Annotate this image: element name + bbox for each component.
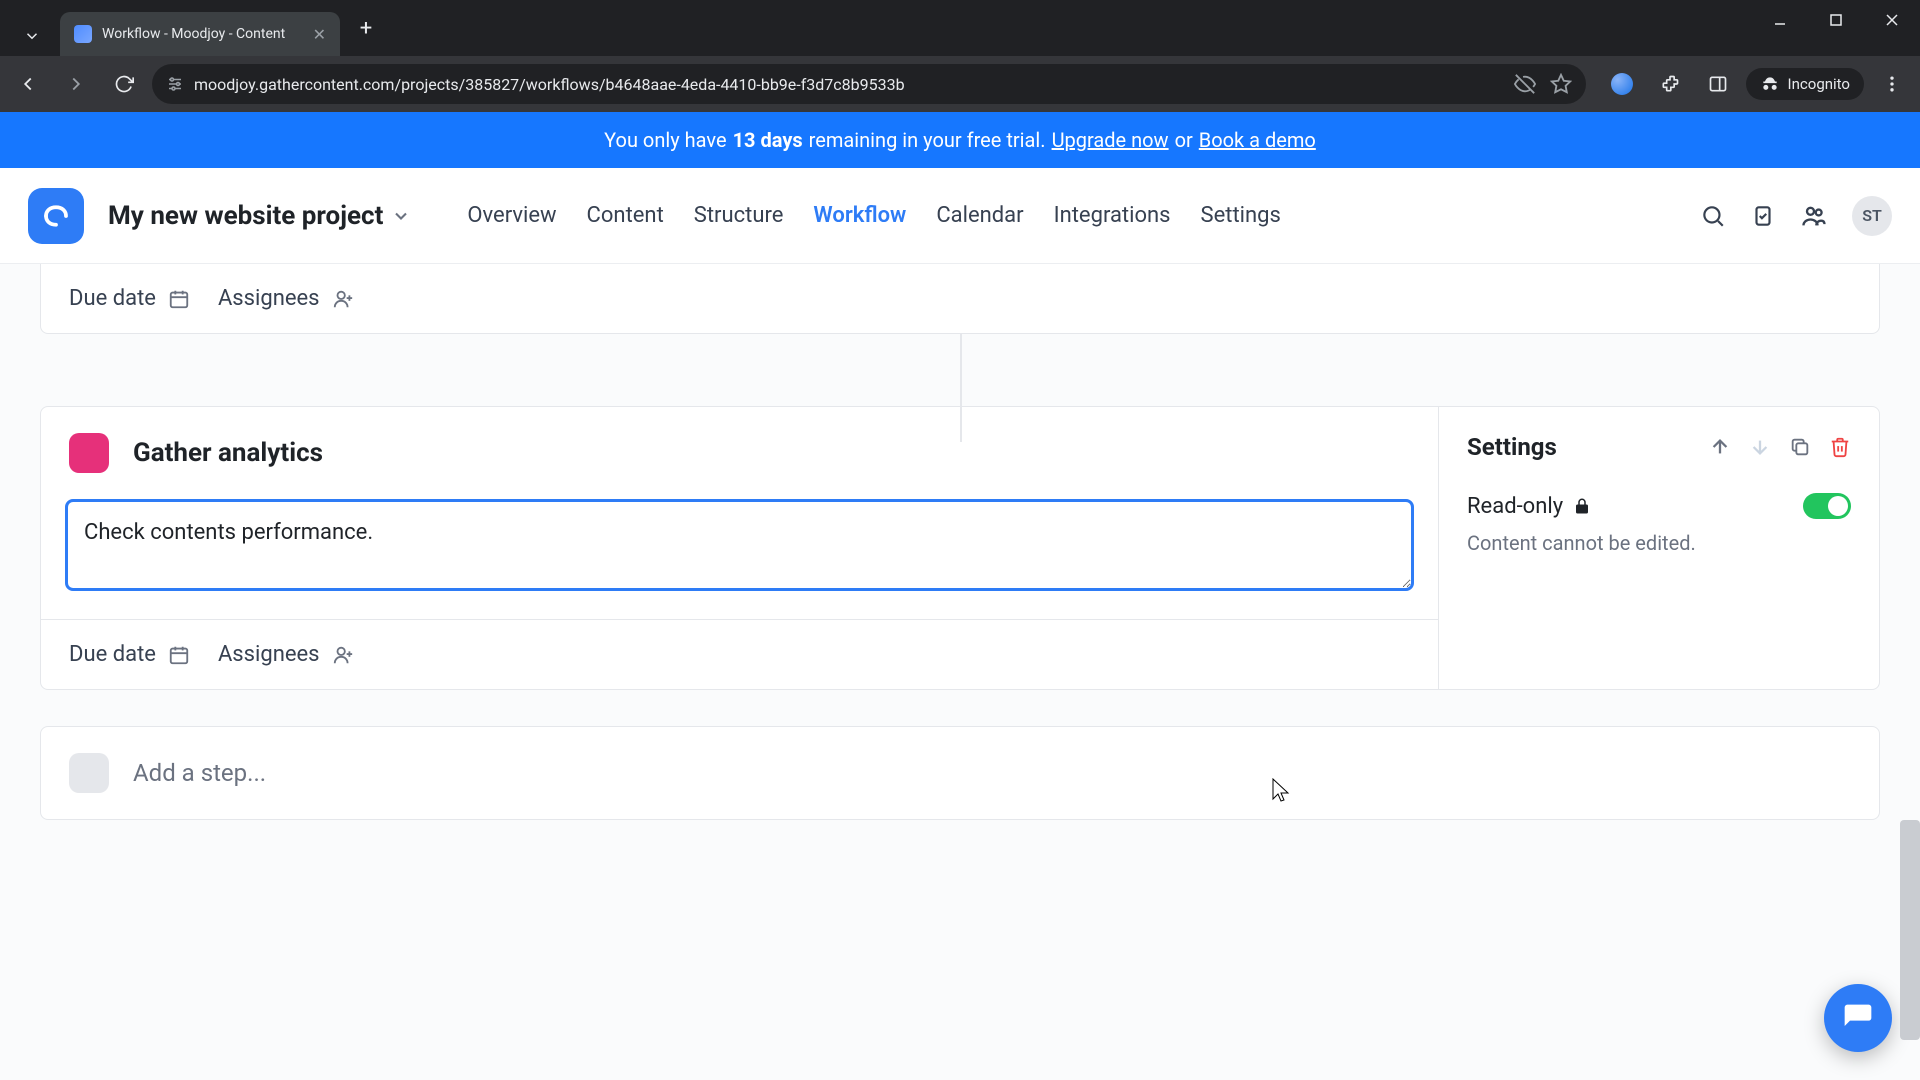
- assignees-label: Assignees: [218, 642, 320, 667]
- forward-button[interactable]: [56, 64, 96, 104]
- step-color-chip[interactable]: [69, 433, 109, 473]
- browser-toolbar: moodjoy.gathercontent.com/projects/38582…: [0, 56, 1920, 112]
- lock-icon: [1573, 497, 1591, 515]
- banner-or: or: [1175, 128, 1193, 152]
- due-date-button[interactable]: Due date: [69, 642, 190, 667]
- clipboard-icon[interactable]: [1750, 203, 1776, 229]
- due-date-button[interactable]: Due date: [69, 286, 190, 311]
- due-date-label: Due date: [69, 286, 156, 311]
- readonly-label: Read-only: [1467, 494, 1591, 519]
- banner-text-mid: remaining in your free trial.: [809, 128, 1046, 152]
- extensions-button[interactable]: [1650, 64, 1690, 104]
- add-step-chip: [69, 753, 109, 793]
- tab-search-dropdown[interactable]: [8, 16, 56, 56]
- banner-days: 13 days: [733, 128, 803, 152]
- tab-settings[interactable]: Settings: [1201, 203, 1281, 228]
- assignees-button[interactable]: Assignees: [218, 642, 354, 667]
- incognito-label: Incognito: [1788, 75, 1850, 93]
- tab-overview[interactable]: Overview: [467, 203, 556, 228]
- duplicate-icon[interactable]: [1789, 436, 1811, 458]
- reload-button[interactable]: [104, 64, 144, 104]
- bookmark-star-icon[interactable]: [1550, 73, 1572, 95]
- tab-workflow[interactable]: Workflow: [813, 203, 906, 228]
- banner-text-pre: You only have: [604, 128, 726, 152]
- scrollbar[interactable]: [1900, 820, 1920, 1040]
- readonly-toggle[interactable]: [1803, 493, 1851, 519]
- back-button[interactable]: [8, 64, 48, 104]
- maximize-button[interactable]: [1808, 0, 1864, 40]
- window-controls: [1752, 0, 1920, 40]
- people-icon[interactable]: [1800, 202, 1828, 230]
- app-logo[interactable]: [28, 188, 84, 244]
- help-chat-button[interactable]: [1824, 984, 1892, 1052]
- tab-close-icon[interactable]: ✕: [313, 25, 326, 44]
- close-window-button[interactable]: [1864, 0, 1920, 40]
- assignees-button[interactable]: Assignees: [218, 286, 354, 311]
- tab-integrations[interactable]: Integrations: [1054, 203, 1171, 228]
- upgrade-now-link[interactable]: Upgrade now: [1052, 128, 1169, 152]
- move-up-icon[interactable]: [1709, 436, 1731, 458]
- url-text: moodjoy.gathercontent.com/projects/38582…: [194, 75, 905, 94]
- profile-button[interactable]: [1602, 64, 1642, 104]
- step-settings-panel: Settings: [1439, 407, 1879, 689]
- minimize-button[interactable]: [1752, 0, 1808, 40]
- move-down-icon[interactable]: [1749, 436, 1771, 458]
- step-description-input[interactable]: [65, 499, 1414, 591]
- side-panel-button[interactable]: [1698, 64, 1738, 104]
- header-actions: ST: [1700, 196, 1892, 236]
- search-icon[interactable]: [1700, 203, 1726, 229]
- site-settings-icon[interactable]: [166, 75, 184, 93]
- browser-menu-button[interactable]: [1872, 64, 1912, 104]
- eye-off-icon[interactable]: [1514, 73, 1536, 95]
- project-dropdown-icon[interactable]: [391, 206, 411, 226]
- browser-tab-strip: Workflow - Moodjoy - Content ✕ +: [0, 0, 1920, 56]
- step-title[interactable]: Gather analytics: [133, 438, 323, 468]
- app-header: My new website project Overview Content …: [0, 168, 1920, 264]
- add-step-button[interactable]: Add a step...: [40, 726, 1880, 820]
- browser-tab[interactable]: Workflow - Moodjoy - Content ✕: [60, 12, 340, 56]
- calendar-icon: [168, 644, 190, 666]
- assignees-label: Assignees: [218, 286, 320, 311]
- previous-step-card-partial: Due date Assignees: [40, 264, 1880, 334]
- add-person-icon: [332, 288, 354, 310]
- trial-banner: You only have 13 days remaining in your …: [0, 112, 1920, 168]
- chat-icon: [1842, 1002, 1874, 1034]
- connector-line: [40, 370, 1880, 406]
- incognito-icon: [1760, 74, 1780, 94]
- readonly-help-text: Content cannot be edited.: [1467, 531, 1851, 555]
- avatar-initials: ST: [1862, 206, 1882, 225]
- nav-tabs: Overview Content Structure Workflow Cale…: [467, 203, 1281, 228]
- add-step-label: Add a step...: [133, 759, 266, 787]
- address-bar[interactable]: moodjoy.gathercontent.com/projects/38582…: [152, 64, 1586, 104]
- tab-content[interactable]: Content: [587, 203, 664, 228]
- tab-favicon: [74, 25, 92, 43]
- book-demo-link[interactable]: Book a demo: [1199, 128, 1316, 152]
- workflow-content: Due date Assignees Gather analytics: [0, 264, 1920, 1080]
- step-card-gather-analytics: Gather analytics Due date Assignees: [40, 406, 1880, 690]
- new-tab-button[interactable]: +: [348, 16, 384, 41]
- incognito-indicator[interactable]: Incognito: [1746, 68, 1864, 100]
- tab-structure[interactable]: Structure: [694, 203, 784, 228]
- delete-icon[interactable]: [1829, 436, 1851, 458]
- tab-calendar[interactable]: Calendar: [936, 203, 1023, 228]
- due-date-label: Due date: [69, 642, 156, 667]
- project-name[interactable]: My new website project: [108, 201, 383, 231]
- tab-title: Workflow - Moodjoy - Content: [102, 26, 303, 42]
- user-avatar[interactable]: ST: [1852, 196, 1892, 236]
- settings-title: Settings: [1467, 433, 1557, 461]
- add-person-icon: [332, 644, 354, 666]
- calendar-icon: [168, 288, 190, 310]
